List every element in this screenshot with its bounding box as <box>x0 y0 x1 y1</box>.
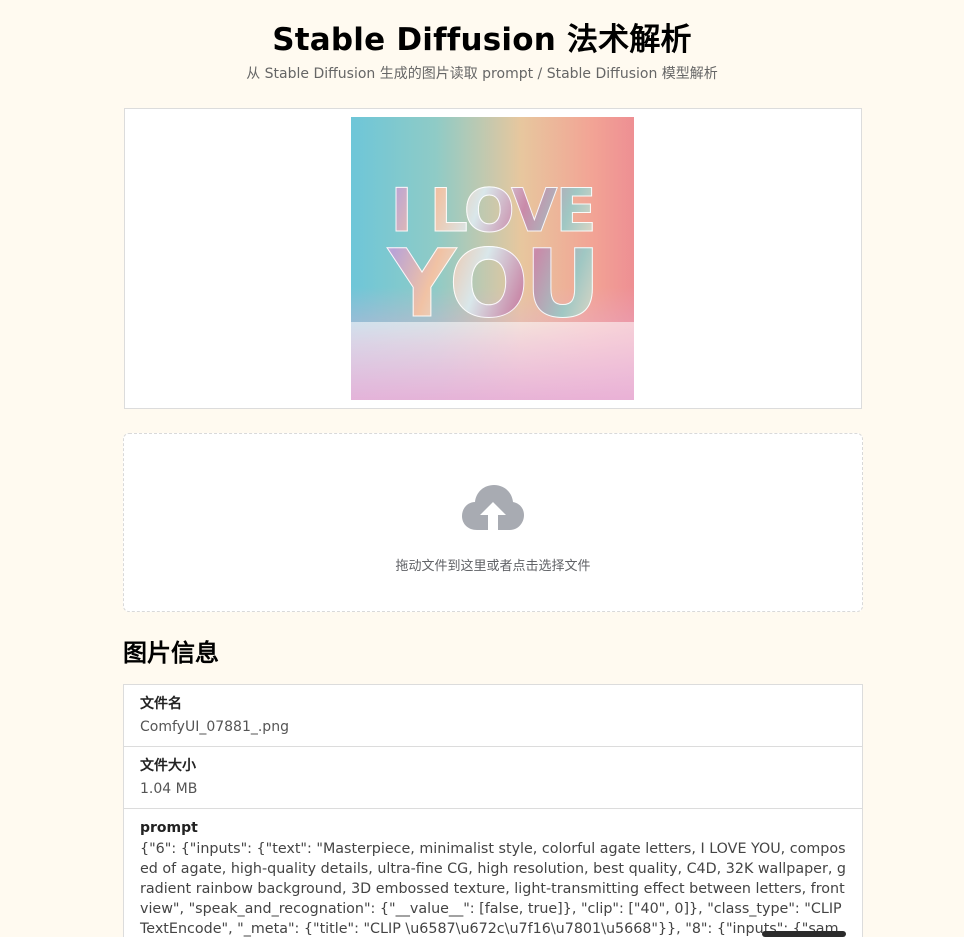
preview-text-line2: YOU <box>351 234 634 335</box>
file-upload-dropzone[interactable]: 拖动文件到这里或者点击选择文件 <box>123 433 863 612</box>
page-subtitle: 从 Stable Diffusion 生成的图片读取 prompt / Stab… <box>246 66 718 82</box>
upload-instruction-text: 拖动文件到这里或者点击选择文件 <box>395 559 591 574</box>
image-info-table: 文件名 ComfyUI_07881_.png 文件大小 1.04 MB prom… <box>123 684 863 937</box>
info-row-filename: 文件名 ComfyUI_07881_.png <box>124 685 862 747</box>
image-preview-panel: I LOVE YOU <box>124 108 862 409</box>
info-value: ComfyUI_07881_.png <box>140 719 289 735</box>
info-row-filesize: 文件大小 1.04 MB <box>124 747 862 809</box>
info-label: prompt <box>140 820 198 836</box>
cloud-upload-icon <box>462 485 524 530</box>
uploaded-image-preview: I LOVE YOU <box>351 117 634 400</box>
image-info-title: 图片信息 <box>123 639 219 667</box>
info-label: 文件名 <box>140 696 182 712</box>
prompt-text[interactable]: {"6": {"inputs": {"text": "Masterpiece, … <box>140 839 846 937</box>
page-header: Stable Diffusion 法术解析 从 Stable Diffusion… <box>0 0 964 82</box>
info-row-prompt: prompt {"6": {"inputs": {"text": "Master… <box>124 809 862 937</box>
info-label: 文件大小 <box>140 758 196 774</box>
scrollbar-thumb[interactable] <box>762 931 846 937</box>
page-title: Stable Diffusion 法术解析 <box>272 22 692 58</box>
info-value: 1.04 MB <box>140 781 198 797</box>
